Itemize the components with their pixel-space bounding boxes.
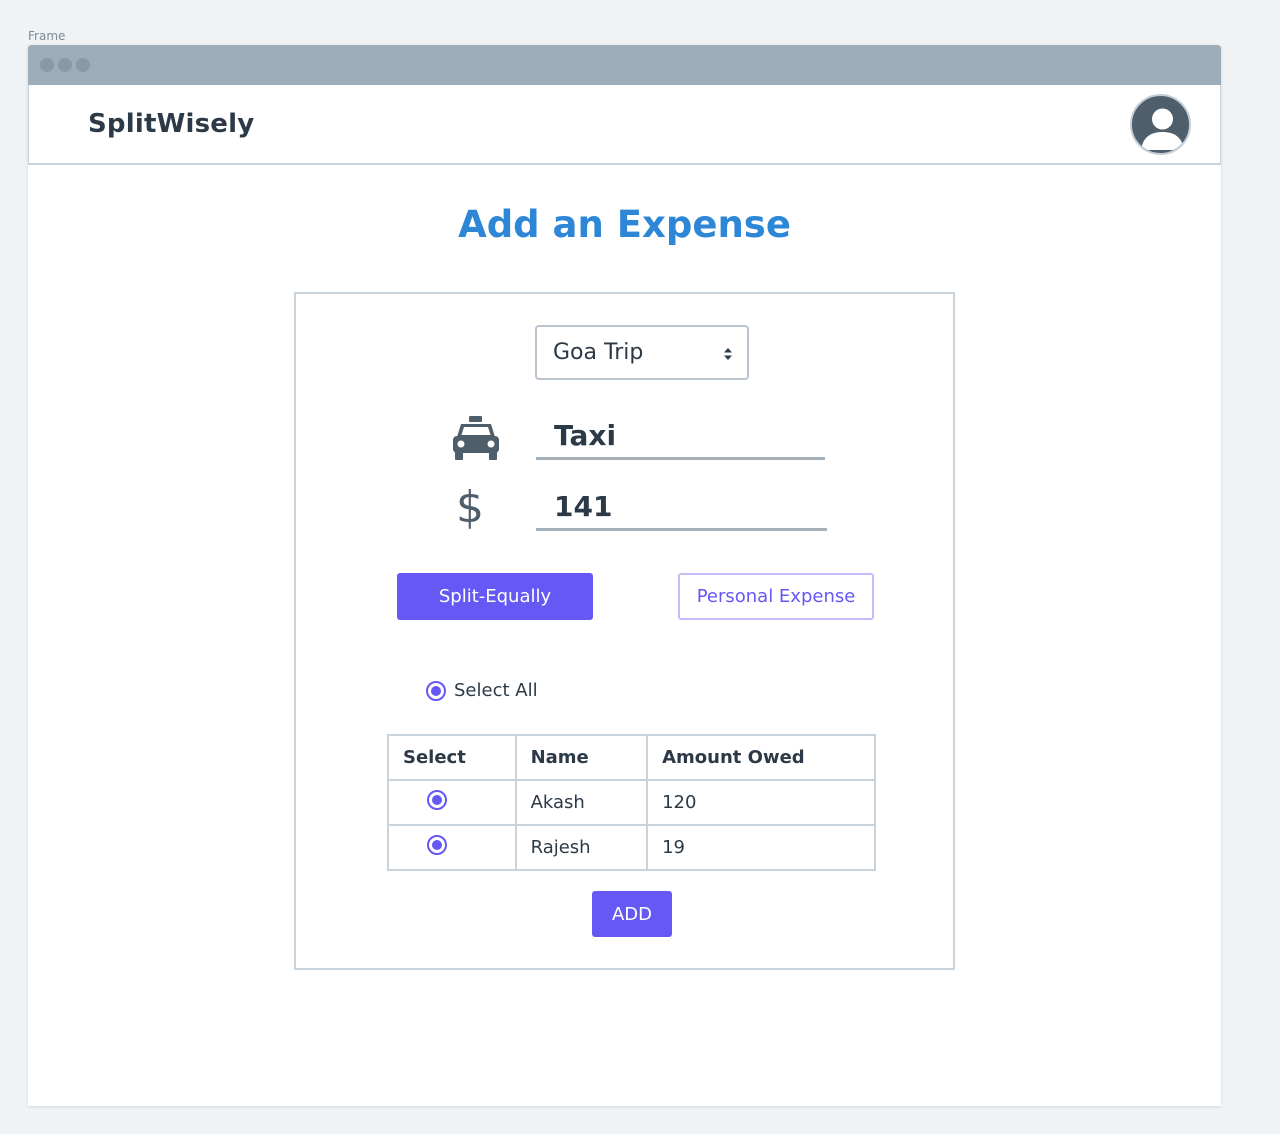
header-select: Select [387, 734, 517, 781]
group-select[interactable]: Goa Trip [535, 325, 749, 380]
member-name: Rajesh [514, 824, 649, 871]
header-amount-owed: Amount Owed [646, 734, 876, 781]
add-button[interactable]: ADD [592, 891, 672, 937]
expense-form-card: Goa Trip Taxi $ 141 Split-Equally Person… [294, 292, 955, 970]
member-amount[interactable]: 19 [646, 824, 876, 871]
select-all-radio[interactable] [426, 680, 446, 701]
table-row: Rajesh 19 [387, 824, 876, 871]
page-title: Add an Expense [458, 203, 791, 246]
taxi-icon [453, 416, 499, 460]
window-dot-maximize[interactable] [76, 58, 90, 72]
members-table: Select Name Amount Owed Akash 120 Rajesh… [387, 734, 876, 871]
dollar-icon: $ [456, 482, 484, 533]
split-equally-button[interactable]: Split-Equally [397, 573, 593, 620]
member-select-radio[interactable] [427, 835, 447, 855]
group-select-value: Goa Trip [553, 340, 644, 365]
select-cell [387, 779, 517, 826]
window-dot-minimize[interactable] [58, 58, 72, 72]
browser-window: SplitWisely Add an Expense Goa Trip Taxi… [28, 45, 1221, 1106]
user-avatar-icon[interactable] [1130, 94, 1191, 155]
select-all-label: Select All [454, 680, 538, 701]
member-amount[interactable]: 120 [646, 779, 876, 826]
table-header-row: Select Name Amount Owed [387, 734, 876, 781]
member-name: Akash [514, 779, 649, 826]
personal-expense-button[interactable]: Personal Expense [678, 573, 874, 620]
header-name: Name [514, 734, 649, 781]
select-cell [387, 824, 517, 871]
frame-label: Frame [28, 29, 66, 43]
window-titlebar [28, 45, 1221, 85]
member-select-radio[interactable] [427, 790, 447, 810]
navbar: SplitWisely [28, 85, 1221, 165]
description-input[interactable]: Taxi [536, 416, 825, 460]
window-dot-close[interactable] [40, 58, 54, 72]
amount-input[interactable]: 141 [536, 487, 827, 531]
select-all-option[interactable]: Select All [426, 680, 538, 701]
select-arrows-icon [724, 348, 732, 360]
table-row: Akash 120 [387, 779, 876, 826]
brand-logo[interactable]: SplitWisely [88, 109, 254, 139]
